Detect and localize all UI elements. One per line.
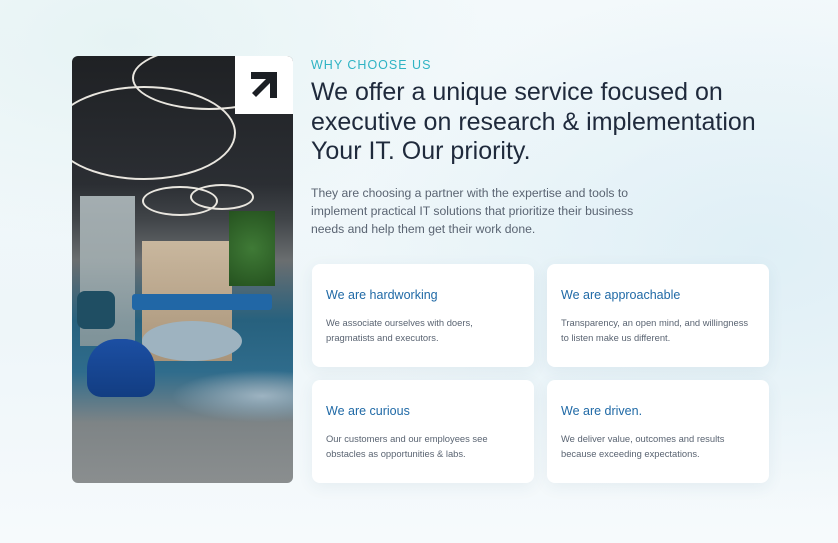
section-headline: We offer a unique service focused on exe… bbox=[311, 78, 756, 165]
feature-card-text: We associate ourselves with doers, pragm… bbox=[326, 317, 473, 343]
feature-card-title: We are approachable bbox=[561, 288, 681, 302]
corner-badge bbox=[235, 56, 293, 114]
feature-card-text: Our customers and our employees see obst… bbox=[326, 433, 488, 459]
feature-card-title: We are curious bbox=[326, 404, 410, 418]
photo-bench bbox=[132, 294, 272, 310]
section-eyebrow: WHY CHOOSE US bbox=[311, 58, 432, 72]
feature-card-hardworking: We are hardworking We associate ourselve… bbox=[312, 264, 534, 367]
photo-chair bbox=[77, 291, 115, 329]
diagonal-arrow-icon bbox=[251, 72, 277, 98]
feature-card-text: We deliver value, outcomes and results b… bbox=[561, 433, 725, 459]
feature-card-title: We are hardworking bbox=[326, 288, 438, 302]
feature-card-curious: We are curious Our customers and our emp… bbox=[312, 380, 534, 483]
feature-card-approachable: We are approachable Transparency, an ope… bbox=[547, 264, 769, 367]
section-description: They are choosing a partner with the exp… bbox=[311, 186, 634, 236]
feature-card-text: Transparency, an open mind, and willingn… bbox=[561, 317, 749, 343]
photo-ottoman bbox=[87, 339, 155, 397]
office-photo bbox=[72, 56, 293, 483]
photo-pendant-light bbox=[190, 184, 254, 210]
feature-card-driven: We are driven. We deliver value, outcome… bbox=[547, 380, 769, 483]
photo-rug bbox=[142, 321, 242, 361]
feature-card-title: We are driven. bbox=[561, 404, 643, 418]
photo-green-wall bbox=[229, 211, 275, 286]
